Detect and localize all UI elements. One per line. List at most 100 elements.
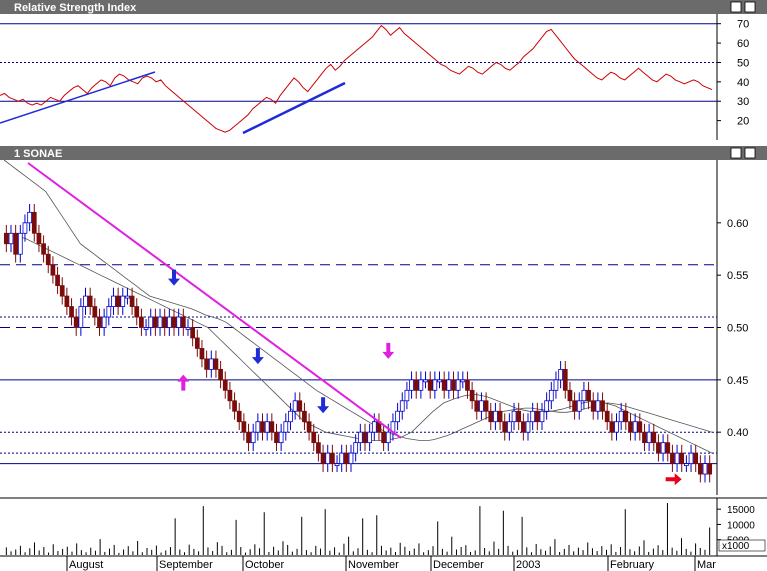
candle-body [45, 253, 51, 266]
candle-body [553, 379, 559, 391]
x-month-label: November [348, 559, 399, 571]
candle-body [642, 431, 647, 444]
candle-body [343, 452, 349, 464]
candle-body [325, 452, 331, 464]
candle-body [157, 316, 163, 328]
candle-body [693, 452, 699, 464]
rsi-tick-label: 20 [737, 116, 749, 128]
candle-body [595, 400, 601, 412]
candle-body [656, 442, 661, 454]
candle-body [474, 400, 480, 412]
candle-body [516, 410, 522, 423]
x-month-label: August [69, 559, 103, 571]
candle-body [330, 452, 335, 464]
candle-body [269, 421, 275, 433]
candle-body [674, 452, 680, 464]
candle-body [125, 295, 130, 299]
candle-body [143, 327, 149, 330]
candle-body [409, 379, 414, 391]
candle-body [586, 389, 591, 402]
price-title: 1 SONAE [14, 148, 62, 160]
candle-body [544, 400, 550, 412]
moving-average-slow [3, 159, 713, 442]
candle-body [581, 389, 587, 402]
rsi-plot-area [0, 14, 717, 140]
price-tick-label: 0.50 [727, 323, 748, 335]
candle-body [232, 400, 237, 412]
candle-body [479, 400, 484, 412]
candle-body [600, 400, 605, 412]
candle-body [36, 232, 42, 245]
rsi-restore-button[interactable] [730, 1, 742, 13]
price-tick-label: 0.45 [727, 375, 748, 387]
candle-body [697, 463, 703, 475]
candle-body [180, 316, 186, 328]
candle-body [404, 389, 410, 402]
x-month-label: Mar [697, 559, 716, 571]
candle-body [111, 295, 116, 307]
rsi-tick-label: 30 [737, 96, 749, 108]
candle-body [572, 400, 577, 412]
candle-body [423, 379, 428, 383]
candle-body [115, 295, 121, 307]
candle-body [502, 421, 508, 433]
candle-body [623, 410, 629, 423]
candle-body [507, 421, 512, 433]
candle-body [548, 389, 554, 402]
candle-body [488, 410, 494, 423]
candle-body [283, 421, 289, 433]
candle-body [646, 431, 652, 444]
signal-arrow [177, 374, 190, 391]
candle-body [609, 421, 615, 433]
candle-body [385, 431, 391, 444]
candle-body [8, 232, 14, 245]
candle-body [418, 379, 424, 391]
candle-body [367, 431, 373, 444]
x-month-label: 2003 [516, 559, 540, 571]
candle-body [469, 389, 475, 402]
candle-body [292, 400, 298, 412]
candle-body [460, 379, 466, 383]
candle-body [73, 316, 79, 328]
candle-body [246, 431, 251, 444]
signal-arrow [168, 269, 180, 286]
candle-body [562, 368, 568, 391]
candle-body [218, 368, 223, 381]
volume-tick-label: 10000 [727, 520, 755, 531]
candle-body [395, 410, 400, 423]
candle-body [241, 421, 247, 433]
candle-body [50, 264, 56, 276]
candle-body [204, 358, 209, 370]
candle-body [688, 452, 694, 464]
candle-body [437, 379, 442, 383]
candle-body [302, 410, 307, 423]
signal-arrow [665, 473, 682, 486]
candle-body [590, 400, 596, 412]
candle-body [227, 389, 233, 402]
candle-body [194, 337, 200, 349]
candle-body [399, 400, 405, 412]
candle-body [684, 463, 689, 466]
candle-body [446, 379, 452, 391]
candle-body [660, 442, 666, 454]
candle-body [432, 379, 438, 391]
signal-arrow [251, 348, 264, 365]
candle-body [311, 431, 317, 444]
candle-body [558, 368, 563, 381]
price-maximize-button[interactable] [744, 147, 756, 159]
candle-body [199, 348, 205, 360]
candle-body [171, 316, 177, 328]
candle-body [134, 306, 140, 318]
candle-body [250, 431, 256, 444]
candle-body [3, 232, 9, 245]
candle-body [176, 316, 182, 328]
candle-body [413, 379, 419, 391]
candle-body [31, 211, 37, 234]
price-restore-button[interactable] [730, 147, 742, 159]
x-month-label: December [433, 559, 484, 571]
candle-body [427, 379, 433, 391]
candle-body [55, 274, 60, 287]
candle-body [148, 316, 154, 328]
rsi-maximize-button[interactable] [744, 1, 756, 13]
candle-body [69, 306, 74, 318]
